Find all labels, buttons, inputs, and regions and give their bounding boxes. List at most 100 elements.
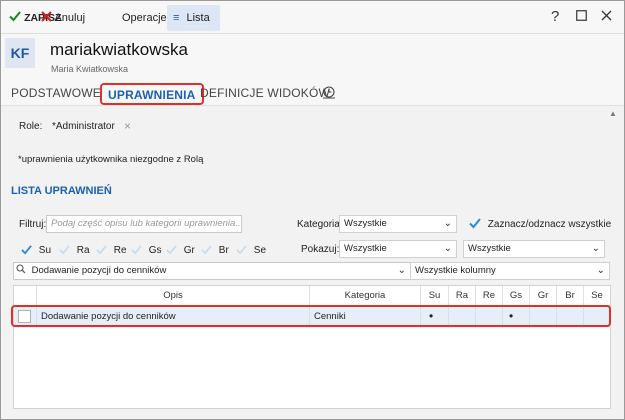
show-label: Pokazuj: [301, 244, 340, 255]
user-header: KF mariakwiatkowska Maria Kwiatkowska [1, 34, 624, 80]
row-checkbox-cell[interactable] [14, 306, 36, 328]
right-checkbox-ra[interactable]: Ra [59, 244, 90, 256]
check-icon [131, 245, 142, 255]
toolbar: ZAPISZ Anuluj Operacje ≡ Lista ? [1, 1, 624, 34]
column-header-ra[interactable]: Ra [448, 286, 475, 306]
column-header-gr[interactable]: Gr [529, 286, 556, 306]
tab-podstawowe[interactable]: PODSTAWOWE [11, 86, 101, 100]
right-label-gs: Gs [148, 245, 162, 256]
check-icon [469, 218, 481, 229]
right-checkbox-su[interactable]: Su [21, 244, 51, 256]
check-icon [166, 245, 177, 255]
cell-opis: Dodawanie pozycji do cenników [36, 306, 309, 328]
remove-role-button[interactable]: × [124, 119, 131, 133]
close-icon [41, 11, 52, 22]
column-header-br[interactable]: Br [556, 286, 583, 306]
chevron-down-icon: ⌄ [397, 265, 406, 276]
filter-label: Filtruj: [19, 219, 47, 230]
column-header-se[interactable]: Se [583, 286, 610, 306]
roles-label: Role: [19, 121, 43, 132]
check-icon [201, 245, 212, 255]
cell-se[interactable] [583, 306, 610, 328]
cell-kategoria: Cenniki [309, 306, 420, 328]
show-select-2[interactable]: Wszystkie ⌄ [463, 240, 605, 258]
column-header-su[interactable]: Su [420, 286, 448, 306]
right-label-su: Su [38, 245, 52, 256]
cell-su[interactable]: • [420, 306, 448, 328]
chevron-down-icon: ⌄ [591, 243, 600, 254]
table-row[interactable]: Dodawanie pozycji do cenników Cenniki • … [14, 306, 610, 328]
cell-br[interactable] [556, 306, 583, 328]
header-checkbox-cell [14, 286, 36, 306]
cell-re[interactable] [475, 306, 502, 328]
menu-icon: ≡ [173, 12, 180, 24]
show-select[interactable]: Wszystkie ⌄ [339, 240, 457, 258]
columns-value: Wszystkie kolumny [415, 265, 496, 276]
filter-placeholder: Podaj część opisu lub kategorii uprawnie… [51, 218, 242, 229]
check-icon [59, 245, 70, 255]
right-label-br: Br [218, 245, 229, 256]
check-icon [21, 245, 32, 255]
section-title: LISTA UPRAWNIEŃ [11, 185, 112, 197]
search-icon [16, 264, 26, 274]
history-button[interactable] [322, 85, 336, 102]
filter-input[interactable]: Podaj część opisu lub kategorii uprawnie… [46, 215, 242, 233]
user-full-name: Maria Kwiatkowska [51, 64, 129, 74]
permissions-grid: Opis Kategoria Su Ra Re Gs Gr Br Se Doda… [13, 285, 611, 409]
column-header-kategoria[interactable]: Kategoria [309, 286, 420, 306]
chevron-down-icon: ⌄ [443, 218, 452, 229]
help-button[interactable]: ? [551, 7, 559, 27]
mismatch-note: *uprawnienia użytkownika niezgodne z Rol… [18, 154, 204, 165]
scroll-up-arrow[interactable]: ▲ [609, 109, 617, 118]
list-button[interactable]: ≡ Lista [167, 5, 220, 31]
tab-bar: PODSTAWOWE UPRAWNIENIA DEFINICJE WIDOKÓW [1, 80, 624, 106]
right-checkbox-se[interactable]: Se [236, 244, 266, 256]
list-label: Lista [186, 12, 210, 24]
right-label-gr: Gr [183, 245, 195, 256]
cell-ra[interactable] [448, 306, 475, 328]
column-header-opis[interactable]: Opis [36, 286, 309, 306]
tab-uprawnienia[interactable]: UPRAWNIENIA [100, 83, 204, 105]
show-value-2: Wszystkie [468, 243, 511, 254]
user-login: mariakwiatkowska [50, 40, 188, 59]
column-header-re[interactable]: Re [475, 286, 502, 306]
maximize-button[interactable] [576, 7, 587, 27]
category-select[interactable]: Wszystkie ⌄ [339, 215, 457, 233]
cancel-label: Anuluj [54, 12, 86, 24]
right-checkbox-gs[interactable]: Gs [131, 244, 162, 256]
chevron-down-icon: ⌄ [596, 265, 605, 276]
category-label: Kategoria: [297, 219, 343, 230]
show-value: Wszystkie [344, 243, 387, 254]
avatar: KF [5, 38, 35, 68]
close-window-button[interactable] [601, 7, 612, 27]
search-input[interactable]: Dodawanie pozycji do cenników ⌄ [13, 262, 411, 280]
right-label-se: Se [253, 245, 267, 256]
close-window-icon [601, 10, 612, 21]
maximize-icon [576, 10, 587, 21]
cell-gs[interactable]: • [502, 306, 529, 328]
right-label-re: Re [113, 245, 127, 256]
check-icon [9, 11, 21, 22]
right-checkbox-br[interactable]: Br [201, 244, 229, 256]
column-header-gs[interactable]: Gs [502, 286, 529, 306]
grid-header: Opis Kategoria Su Ra Re Gs Gr Br Se [14, 286, 610, 306]
operations-menu[interactable]: Operacje [122, 9, 167, 27]
right-label-ra: Ra [76, 245, 90, 256]
columns-select[interactable]: Wszystkie kolumny ⌄ [410, 262, 610, 280]
right-checkbox-gr[interactable]: Gr [166, 244, 195, 256]
category-value: Wszystkie [344, 218, 387, 229]
cell-gr[interactable] [529, 306, 556, 328]
window: ZAPISZ Anuluj Operacje ≡ Lista ? KF mari… [0, 0, 625, 420]
cancel-button[interactable]: Anuluj [41, 9, 85, 27]
search-value: Dodawanie pozycji do cenników [31, 265, 167, 276]
row-checkbox[interactable] [18, 310, 31, 323]
role-tag: *Administrator [52, 121, 115, 132]
toggle-all-label: Zaznacz/odznacz wszystkie [487, 219, 612, 230]
toggle-all-checkbox[interactable]: Zaznacz/odznacz wszystkie [469, 217, 611, 230]
check-icon [236, 245, 247, 255]
right-checkbox-re[interactable]: Re [96, 244, 127, 256]
check-icon [96, 245, 107, 255]
chevron-down-icon: ⌄ [443, 243, 452, 254]
history-icon [323, 86, 335, 99]
tab-definicje-widokow[interactable]: DEFINICJE WIDOKÓW [200, 86, 330, 100]
